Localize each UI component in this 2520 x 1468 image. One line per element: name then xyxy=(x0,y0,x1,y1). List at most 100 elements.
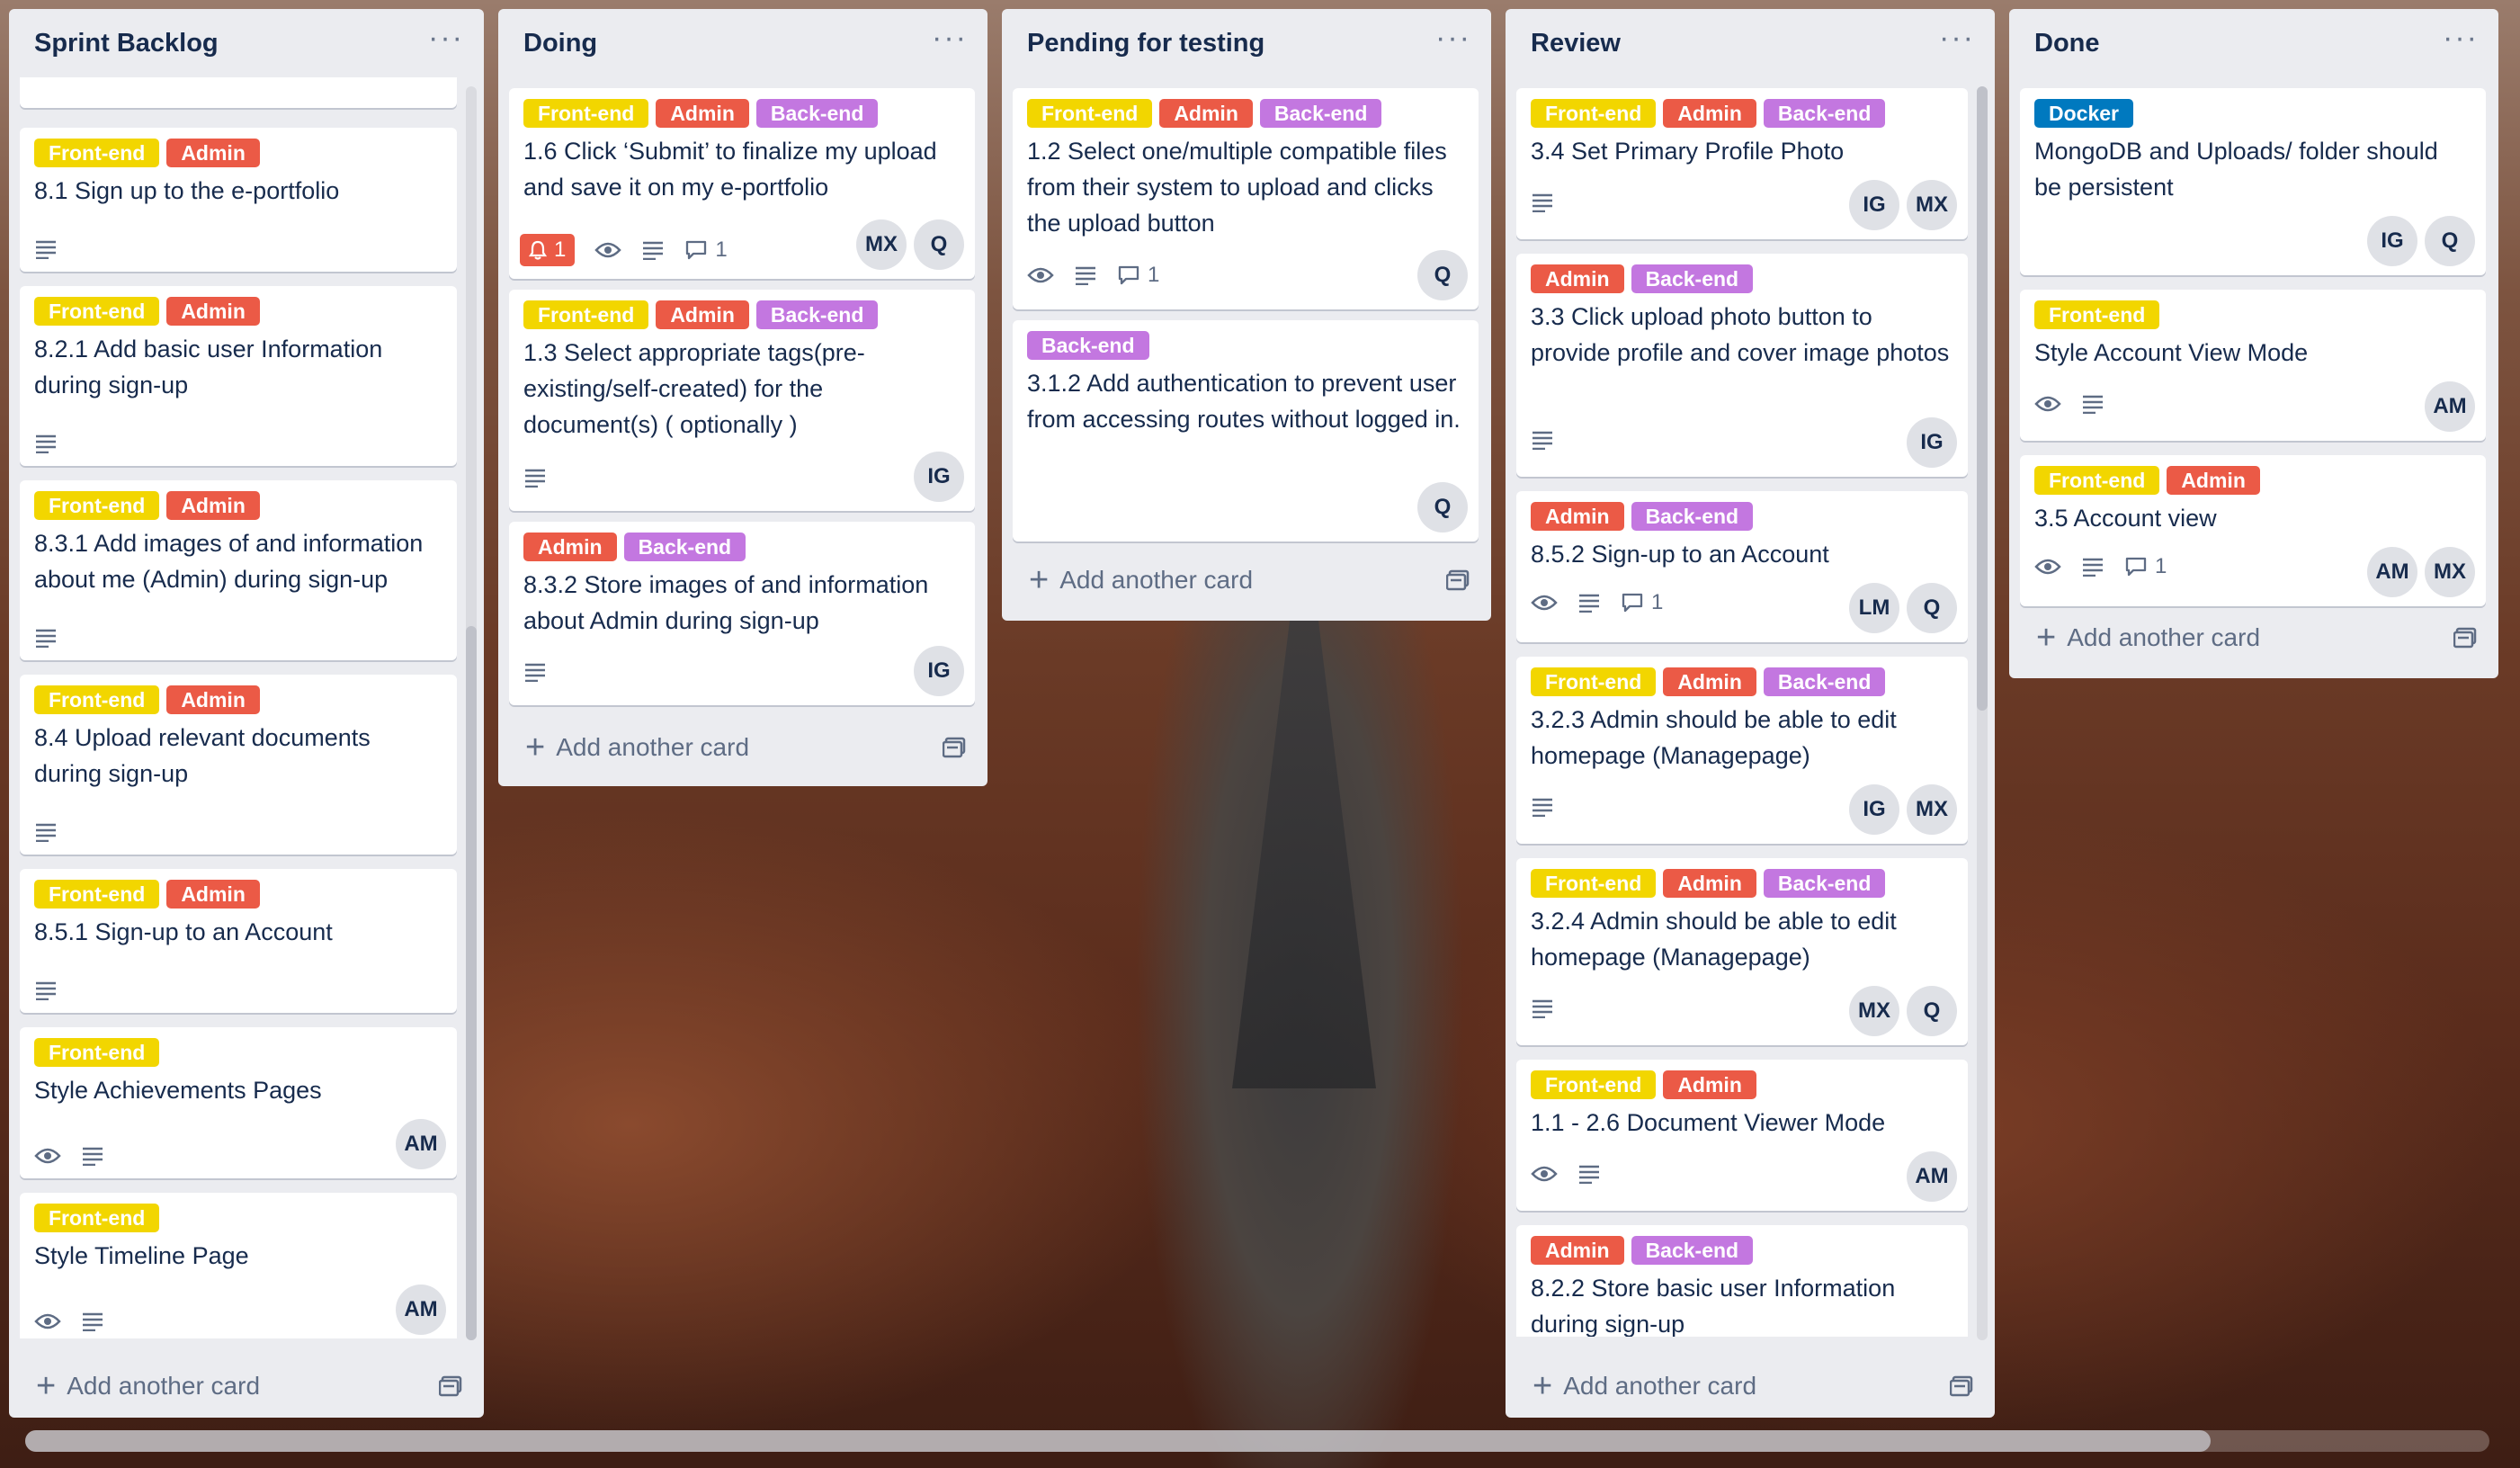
list-title[interactable]: Doing xyxy=(523,29,597,58)
label-front-end[interactable]: Front-end xyxy=(1531,1070,1657,1099)
add-card-button[interactable]: + Add another card xyxy=(9,1355,484,1418)
list-scrollbar[interactable] xyxy=(466,86,477,1340)
scrollbar-thumb[interactable] xyxy=(1977,86,1988,711)
avatar[interactable]: MX xyxy=(1849,986,1899,1036)
label-admin[interactable]: Admin xyxy=(1663,667,1756,696)
label-front-end[interactable]: Front-end xyxy=(523,300,649,329)
label-front-end[interactable]: Front-end xyxy=(2034,466,2160,495)
label-front-end[interactable]: Front-end xyxy=(34,880,160,909)
card[interactable]: Front-end Admin 8.2.1 Add basic user Inf… xyxy=(20,286,457,466)
avatar[interactable]: MX xyxy=(2425,547,2475,597)
list-title[interactable]: Pending for testing xyxy=(1027,29,1264,58)
avatar[interactable]: AM xyxy=(396,1119,446,1169)
list-title[interactable]: Done xyxy=(2034,29,2100,58)
card-template-icon[interactable] xyxy=(943,737,966,758)
label-back-end[interactable]: Back-end xyxy=(1259,99,1382,128)
card[interactable]: Front-end Admin 3.5 Account view 1 AM MX xyxy=(2020,455,2486,606)
list-title[interactable]: Review xyxy=(1531,29,1621,58)
label-back-end[interactable]: Back-end xyxy=(1763,869,1886,898)
label-admin[interactable]: Admin xyxy=(166,880,260,909)
label-admin[interactable]: Admin xyxy=(1159,99,1253,128)
avatar[interactable]: IG xyxy=(1849,180,1899,230)
label-back-end[interactable]: Back-end xyxy=(623,533,746,561)
card[interactable]: Back-end 3.1.2 Add authentication to pre… xyxy=(1013,320,1479,542)
label-front-end[interactable]: Front-end xyxy=(1531,667,1657,696)
avatar[interactable]: IG xyxy=(2367,216,2417,266)
label-front-end[interactable]: Front-end xyxy=(34,685,160,714)
list-menu-icon[interactable]: ··· xyxy=(1435,22,1471,64)
avatar[interactable]: Q xyxy=(1907,583,1957,633)
label-back-end[interactable]: Back-end xyxy=(1763,99,1886,128)
label-front-end[interactable]: Front-end xyxy=(2034,300,2160,329)
label-front-end[interactable]: Front-end xyxy=(1027,99,1153,128)
label-back-end[interactable]: Back-end xyxy=(755,300,879,329)
label-admin[interactable]: Admin xyxy=(656,300,749,329)
card-template-icon[interactable] xyxy=(439,1375,462,1397)
label-admin[interactable]: Admin xyxy=(656,99,749,128)
scrollbar-thumb[interactable] xyxy=(466,626,477,1340)
label-admin[interactable]: Admin xyxy=(1531,502,1624,531)
board-horizontal-scrollbar[interactable] xyxy=(25,1430,2489,1452)
card[interactable]: Admin Back-end 3.3 Click upload photo bu… xyxy=(1516,254,1968,477)
label-admin[interactable]: Admin xyxy=(166,685,260,714)
add-card-button[interactable]: + Add another card xyxy=(2009,606,2498,669)
avatar[interactable]: Q xyxy=(1907,986,1957,1036)
label-admin[interactable]: Admin xyxy=(523,533,617,561)
card[interactable]: Front-end Admin 8.3.1 Add images of and … xyxy=(20,480,457,660)
label-admin[interactable]: Admin xyxy=(1531,264,1624,293)
label-admin[interactable]: Admin xyxy=(1663,1070,1756,1099)
avatar[interactable]: Q xyxy=(1417,482,1468,533)
label-admin[interactable]: Admin xyxy=(1663,869,1756,898)
card[interactable]: Front-end Admin Back-end 3.4 Set Primary… xyxy=(1516,88,1968,239)
add-card-button[interactable]: + Add another card xyxy=(1002,549,1491,612)
label-back-end[interactable]: Back-end xyxy=(1631,502,1754,531)
label-front-end[interactable]: Front-end xyxy=(1531,99,1657,128)
avatar[interactable]: Q xyxy=(1417,250,1468,300)
avatar[interactable]: AM xyxy=(1907,1151,1957,1202)
label-front-end[interactable]: Front-end xyxy=(34,1038,160,1067)
card-template-icon[interactable] xyxy=(2453,627,2477,649)
add-card-button[interactable]: + Add another card xyxy=(1506,1355,1995,1418)
label-back-end[interactable]: Back-end xyxy=(1763,667,1886,696)
avatar[interactable]: AM xyxy=(2425,381,2475,432)
card[interactable]: Front-end Admin 1.1 - 2.6 Document Viewe… xyxy=(1516,1060,1968,1211)
avatar[interactable]: MX xyxy=(1907,180,1957,230)
card[interactable]: Front-end Admin Back-end 1.2 Select one/… xyxy=(1013,88,1479,309)
scrollbar-thumb[interactable] xyxy=(25,1430,2211,1452)
avatar[interactable]: IG xyxy=(1849,784,1899,835)
avatar[interactable]: IG xyxy=(914,646,964,696)
add-card-button[interactable]: + Add another card xyxy=(498,716,987,779)
label-back-end[interactable]: Back-end xyxy=(1027,331,1149,360)
label-back-end[interactable]: Back-end xyxy=(1631,1236,1754,1265)
label-front-end[interactable]: Front-end xyxy=(34,1204,160,1232)
card[interactable]: Front-end Style Timeline Page AM xyxy=(20,1193,457,1338)
list-title[interactable]: Sprint Backlog xyxy=(34,29,219,58)
list-menu-icon[interactable]: ··· xyxy=(1939,22,1975,64)
card[interactable]: Front-end Admin 8.5.1 Sign-up to an Acco… xyxy=(20,869,457,1013)
avatar[interactable]: AM xyxy=(2367,547,2417,597)
card[interactable]: Front-end Admin Back-end 3.2.3 Admin sho… xyxy=(1516,657,1968,844)
label-admin[interactable]: Admin xyxy=(166,139,260,167)
label-admin[interactable]: Admin xyxy=(1531,1236,1624,1265)
label-admin[interactable]: Admin xyxy=(1663,99,1756,128)
label-admin[interactable]: Admin xyxy=(166,491,260,520)
card[interactable]: Front-end Admin Back-end 1.6 Click ‘Subm… xyxy=(509,88,975,279)
label-front-end[interactable]: Front-end xyxy=(34,491,160,520)
avatar[interactable]: LM xyxy=(1849,583,1899,633)
card-partial[interactable] xyxy=(20,77,457,108)
label-front-end[interactable]: Front-end xyxy=(34,139,160,167)
label-back-end[interactable]: Back-end xyxy=(755,99,879,128)
notification-badge[interactable]: 1 xyxy=(520,234,576,266)
avatar[interactable]: AM xyxy=(396,1284,446,1335)
card-template-icon[interactable] xyxy=(1446,569,1470,591)
label-admin[interactable]: Admin xyxy=(2167,466,2260,495)
avatar[interactable]: MX xyxy=(1907,784,1957,835)
list-menu-icon[interactable]: ··· xyxy=(428,22,464,64)
card[interactable]: Front-end Admin Back-end 1.3 Select appr… xyxy=(509,290,975,511)
card-template-icon[interactable] xyxy=(1950,1375,1973,1397)
card[interactable]: Admin Back-end 8.3.2 Store images of and… xyxy=(509,522,975,705)
card[interactable]: Front-end Admin Back-end 3.2.4 Admin sho… xyxy=(1516,858,1968,1045)
avatar[interactable]: IG xyxy=(1907,417,1957,468)
avatar[interactable]: IG xyxy=(914,452,964,502)
card[interactable]: Admin Back-end 8.5.2 Sign-up to an Accou… xyxy=(1516,491,1968,642)
